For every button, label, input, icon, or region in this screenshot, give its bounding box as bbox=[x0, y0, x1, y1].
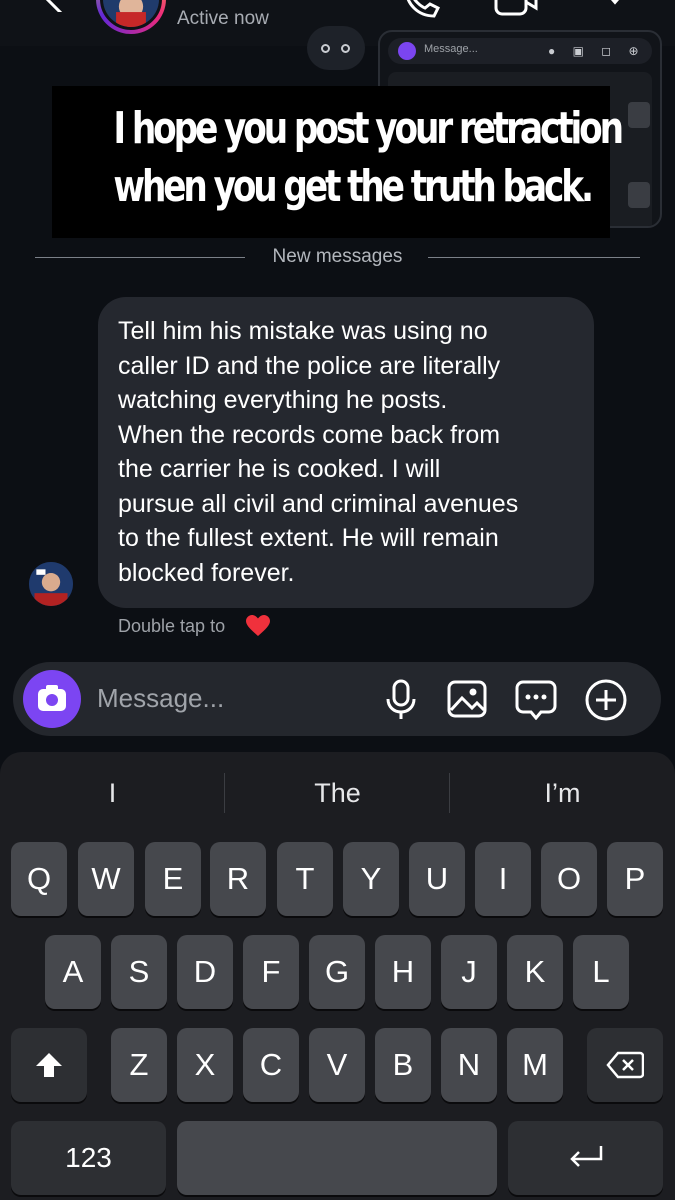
caption-line-1: I hope you post your retraction bbox=[113, 103, 624, 154]
key-d[interactable]: D bbox=[177, 935, 233, 1009]
active-status: Active now bbox=[177, 8, 269, 29]
suggestion-1[interactable]: I bbox=[0, 778, 225, 809]
sticker-icon[interactable] bbox=[515, 680, 557, 720]
key-g[interactable]: G bbox=[309, 935, 365, 1009]
numbers-key[interactable]: 123 bbox=[11, 1121, 166, 1195]
key-x[interactable]: X bbox=[177, 1028, 233, 1102]
divider-line-right bbox=[428, 257, 640, 258]
return-icon bbox=[569, 1146, 602, 1167]
key-q[interactable]: Q bbox=[11, 842, 67, 916]
backspace-icon bbox=[606, 1051, 644, 1079]
message-bubble[interactable]: Tell him his mistake was using no caller… bbox=[98, 297, 594, 608]
shift-arrow-icon bbox=[36, 1053, 62, 1077]
phone-icon[interactable] bbox=[400, 0, 440, 20]
key-o[interactable]: O bbox=[541, 842, 597, 916]
message-text: Tell him his mistake was using no caller… bbox=[118, 317, 519, 587]
key-w[interactable]: W bbox=[78, 842, 134, 916]
caption-line-2: when you get the truth back. bbox=[113, 161, 594, 212]
key-e[interactable]: E bbox=[145, 842, 201, 916]
key-m[interactable]: M bbox=[507, 1028, 563, 1102]
key-r[interactable]: R bbox=[210, 842, 266, 916]
key-c[interactable]: C bbox=[243, 1028, 299, 1102]
key-p[interactable]: P bbox=[607, 842, 663, 916]
heart-icon bbox=[246, 615, 270, 636]
space-key[interactable] bbox=[177, 1121, 497, 1195]
key-z[interactable]: Z bbox=[111, 1028, 167, 1102]
key-j[interactable]: J bbox=[441, 935, 497, 1009]
key-y[interactable]: Y bbox=[343, 842, 399, 916]
key-v[interactable]: V bbox=[309, 1028, 365, 1102]
backspace-key[interactable] bbox=[587, 1028, 663, 1102]
back-arrow-icon[interactable] bbox=[42, 0, 72, 12]
caption-overlay: I hope you post your retraction when you… bbox=[52, 86, 624, 238]
key-i[interactable]: I bbox=[475, 842, 531, 916]
key-s[interactable]: S bbox=[111, 935, 167, 1009]
camera-icon bbox=[38, 685, 66, 711]
key-t[interactable]: T bbox=[277, 842, 333, 916]
key-f[interactable]: F bbox=[243, 935, 299, 1009]
return-key[interactable] bbox=[508, 1121, 663, 1195]
key-b[interactable]: B bbox=[375, 1028, 431, 1102]
camera-button[interactable] bbox=[23, 670, 81, 728]
key-n[interactable]: N bbox=[441, 1028, 497, 1102]
shift-key[interactable] bbox=[11, 1028, 87, 1102]
suggestion-3[interactable]: I’m bbox=[450, 778, 675, 809]
suggestion-2[interactable]: The bbox=[225, 778, 450, 809]
double-tap-hint: Double tap to bbox=[118, 616, 226, 636]
key-k[interactable]: K bbox=[507, 935, 563, 1009]
sender-avatar[interactable] bbox=[27, 560, 75, 608]
plus-icon[interactable] bbox=[584, 678, 628, 722]
key-l[interactable]: L bbox=[573, 935, 629, 1009]
key-u[interactable]: U bbox=[409, 842, 465, 916]
info-icon[interactable] bbox=[592, 0, 638, 20]
gallery-icon[interactable] bbox=[447, 680, 487, 718]
key-h[interactable]: H bbox=[375, 935, 431, 1009]
video-camera-icon[interactable] bbox=[492, 0, 540, 18]
message-input[interactable]: Message... bbox=[97, 683, 224, 714]
key-a[interactable]: A bbox=[45, 935, 101, 1009]
mic-icon[interactable] bbox=[384, 679, 418, 721]
scroll-to-bottom-button[interactable] bbox=[307, 26, 365, 70]
